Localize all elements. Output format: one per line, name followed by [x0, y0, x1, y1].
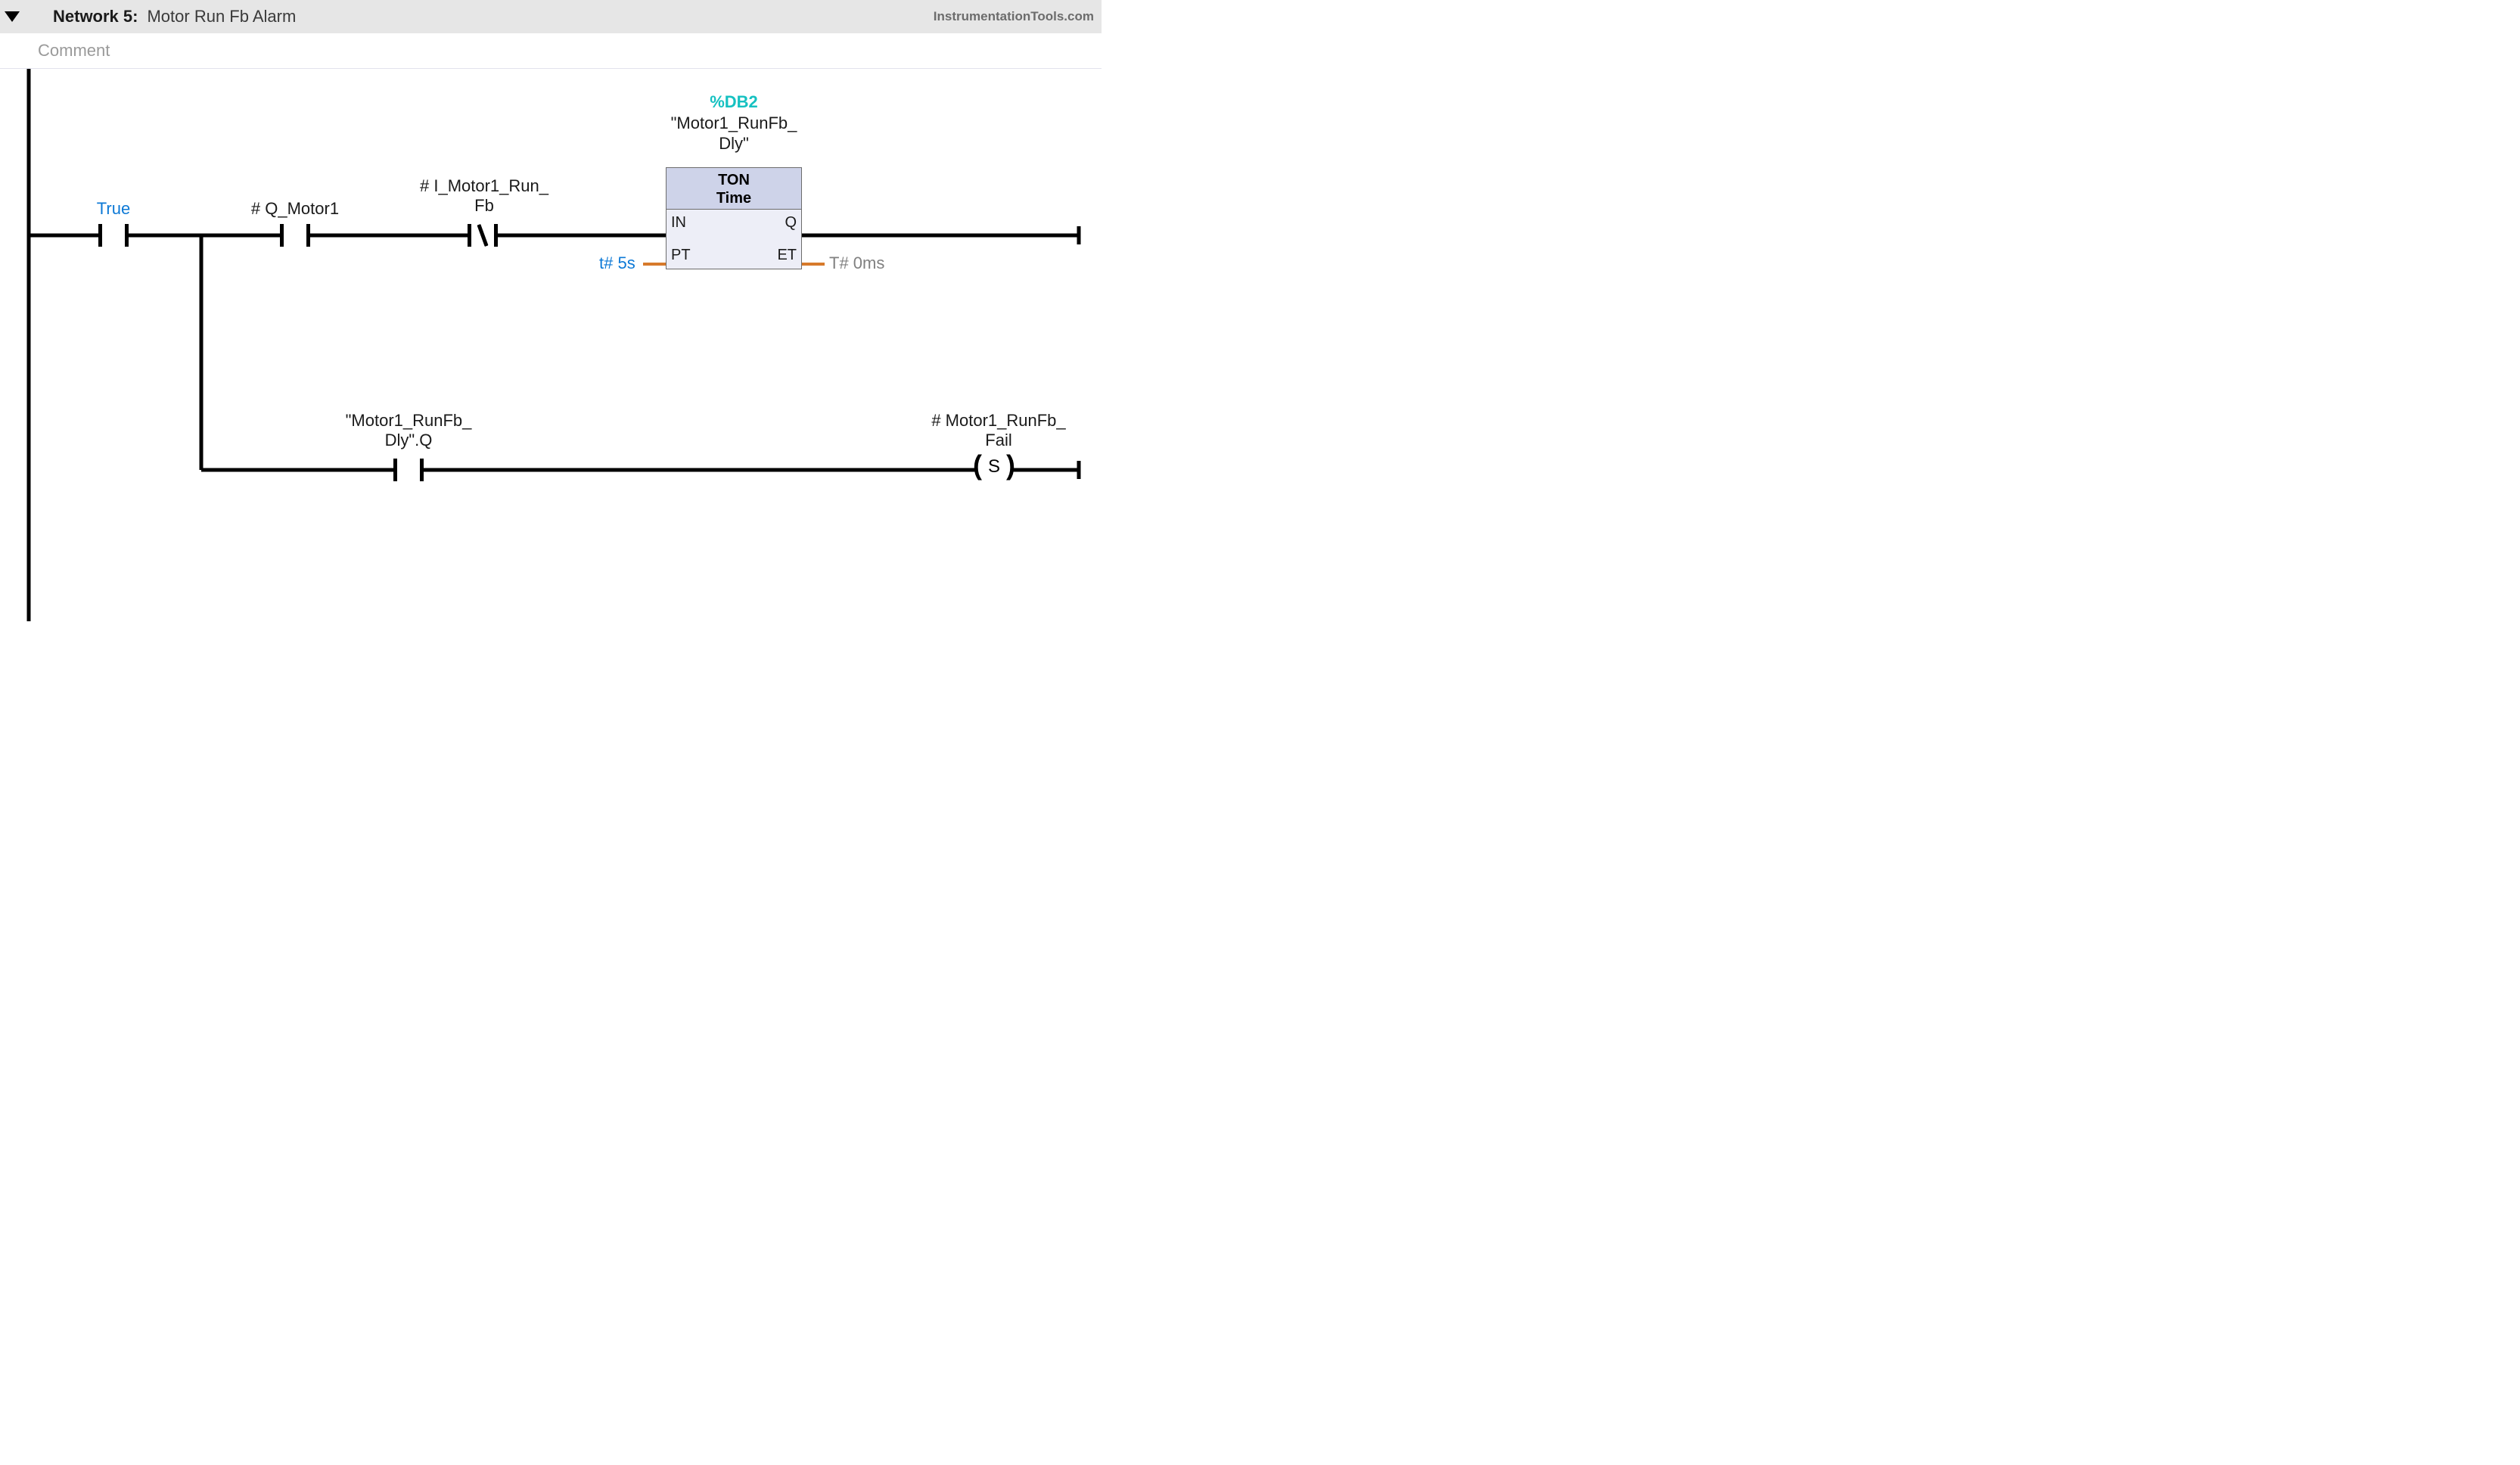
coil-runfb-fail-set[interactable]: ( S ) — [976, 457, 1012, 483]
i-motor1-runfb-label: # I_Motor1_Run_ Fb — [378, 176, 590, 216]
watermark: InstrumentationTools.com — [934, 9, 1094, 24]
contact-i-motor1-runfb-nc[interactable] — [468, 224, 498, 247]
ladder-wires — [0, 69, 1102, 644]
ton-pin-pt: PT — [671, 247, 691, 264]
runfb-fail-line1: # Motor1_RunFb_ — [931, 411, 1065, 430]
i-motor1-runfb-line2: Fb — [474, 196, 494, 215]
timer-db-label: %DB2 — [620, 92, 847, 113]
network-label: Network 5: — [53, 7, 138, 26]
network-title: Motor Run Fb Alarm — [147, 7, 296, 26]
ton-body: IN PT Q ET — [666, 209, 802, 269]
comment-field[interactable]: Comment — [0, 33, 1102, 69]
runfb-dly-q-line2: Dly".Q — [385, 431, 433, 449]
timer-name-line1: "Motor1_RunFb_ — [620, 113, 847, 134]
i-motor1-runfb-line1: # I_Motor1_Run_ — [420, 176, 548, 195]
contact-true[interactable] — [98, 224, 129, 247]
q-motor1-label: # Q_Motor1 — [219, 199, 371, 219]
network-header: Network 5: Motor Run Fb Alarm Instrument… — [0, 0, 1102, 33]
ton-type: TON — [718, 172, 750, 188]
ton-pt-value: t# 5s — [599, 253, 635, 273]
ton-timer-block[interactable]: TON Time IN PT Q ET — [666, 167, 802, 269]
collapse-toggle[interactable] — [5, 11, 20, 22]
ton-pin-et: ET — [777, 247, 797, 264]
ton-et-wire — [802, 263, 825, 266]
timer-name-line2: Dly" — [620, 133, 847, 154]
contact-runfb-dly-q[interactable] — [393, 459, 424, 481]
runfb-dly-q-label: "Motor1_RunFb_ Dly".Q — [303, 411, 514, 451]
contact-q-motor1[interactable] — [280, 224, 310, 247]
ton-et-value: T# 0ms — [829, 253, 884, 273]
ton-subtype: Time — [716, 190, 751, 207]
runfb-dly-q-line1: "Motor1_RunFb_ — [346, 411, 472, 430]
ladder-canvas: True # Q_Motor1 # I_Motor1_Run_ Fb %DB2 … — [0, 69, 1102, 644]
timer-instance-label: %DB2 "Motor1_RunFb_ Dly" — [620, 92, 847, 154]
true-label: True — [76, 199, 151, 219]
ton-header: TON Time — [666, 167, 802, 209]
ton-pin-q: Q — [785, 214, 797, 232]
runfb-fail-line2: Fail — [985, 431, 1011, 449]
runfb-fail-label: # Motor1_RunFb_ Fail — [893, 411, 1105, 451]
ton-pt-wire — [643, 263, 666, 266]
ton-pin-in: IN — [671, 214, 686, 232]
